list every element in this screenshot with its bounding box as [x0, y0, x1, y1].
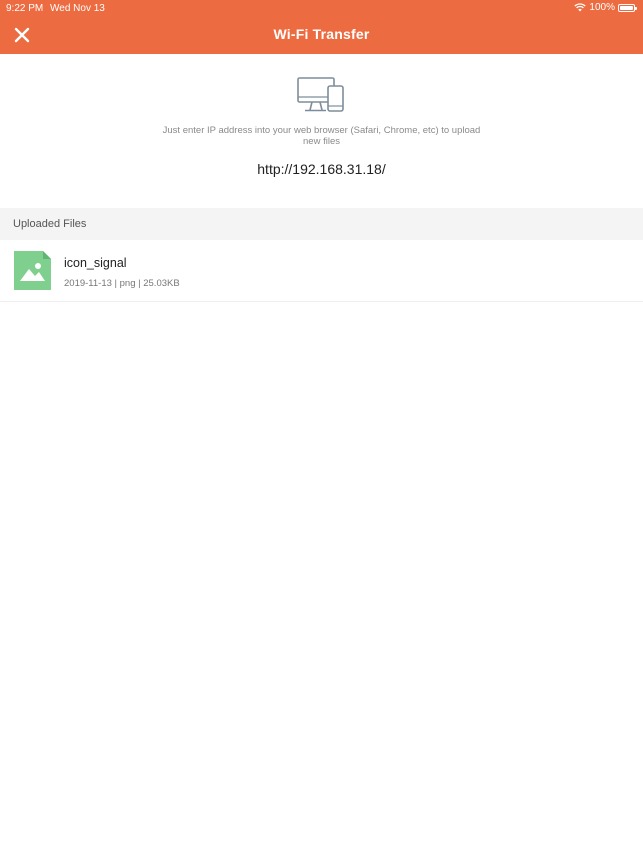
battery-percent: 100% — [589, 2, 615, 13]
file-meta: 2019-11-13 | png | 25.03KB — [64, 278, 180, 289]
section-title: Uploaded Files — [13, 218, 87, 230]
wifi-icon — [574, 3, 587, 12]
top-bar: 9:22 PM Wed Nov 13 100% Wi-Fi Transfer — [0, 0, 643, 54]
status-right: 100% — [574, 2, 637, 13]
battery-icon — [618, 3, 637, 12]
transfer-info: Just enter IP address into your web brow… — [0, 54, 643, 208]
image-file-icon — [14, 251, 51, 290]
server-url: http://192.168.31.18/ — [257, 161, 386, 177]
file-name: icon_signal — [64, 256, 127, 270]
uploaded-files-header: Uploaded Files — [0, 208, 643, 240]
status-time: 9:22 PM — [6, 3, 44, 14]
status-bar: 9:22 PM Wed Nov 13 100% — [0, 0, 643, 16]
file-list-item[interactable]: icon_signal 2019-11-13 | png | 25.03KB — [0, 240, 643, 302]
upload-hint: Just enter IP address into your web brow… — [162, 125, 481, 147]
status-date: Wed Nov 13 — [50, 3, 105, 14]
page-title: Wi-Fi Transfer — [273, 26, 370, 42]
devices-icon — [297, 77, 344, 112]
